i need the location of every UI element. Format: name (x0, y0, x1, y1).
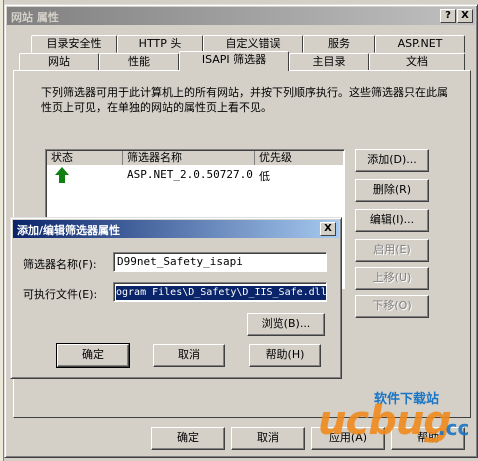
watermark-suffix: .cc (438, 416, 470, 440)
executable-value-selected: ogram Files\D_Safety\D_IIS_Safe.dll (116, 286, 327, 300)
tab-aspnet[interactable]: ASP.NET (375, 35, 465, 53)
close-icon[interactable]: X (457, 9, 473, 23)
main-ok-button[interactable]: 确定 (151, 427, 225, 450)
tab-website[interactable]: 网站 (19, 53, 99, 71)
column-header-priority[interactable]: 优先级 (255, 151, 343, 165)
sub-title-bar[interactable]: 添加/编辑筛选器属性 X (13, 220, 339, 238)
list-header: 状态 筛选器名称 优先级 (47, 151, 343, 165)
executable-field[interactable]: ogram Files\D_Safety\D_IIS_Safe.dll (113, 282, 327, 302)
filter-name-cell: ASP.NET_2.0.50727.0 (127, 168, 253, 181)
main-title-bar[interactable]: 网站 属性 ? X (7, 7, 475, 25)
tab-performance[interactable]: 性能 (99, 53, 179, 71)
enable-button[interactable]: 启用(E) (355, 239, 429, 262)
table-row[interactable]: ASP.NET_2.0.50727.0 低 (47, 166, 343, 184)
filters-description: 下列筛选器可用于此计算机上的所有网站，并按下列顺序执行。这些筛选器只在此属性页上… (41, 86, 448, 114)
move-down-button[interactable]: 下移(O) (355, 295, 429, 318)
move-up-button[interactable]: 上移(U) (355, 267, 429, 290)
filter-name-label: 筛选器名称(F): (23, 258, 97, 271)
sub-title: 添加/编辑筛选器属性 (17, 224, 121, 237)
column-header-filter-name[interactable]: 筛选器名称 (123, 151, 255, 165)
sub-ok-button[interactable]: 确定 (56, 343, 130, 368)
tab-home-directory[interactable]: 主目录 (289, 53, 369, 71)
watermark-brand: ucbug (318, 398, 452, 444)
status-up-arrow-icon (55, 167, 69, 186)
tab-service[interactable]: 服务 (303, 35, 375, 53)
watermark-logo: 软件下载站 ucbug .cc (318, 388, 478, 454)
tab-documents[interactable]: 文档 (369, 53, 465, 71)
add-button[interactable]: 添加(D)... (355, 149, 429, 172)
filter-name-field[interactable]: D99net_Safety_isapi (113, 252, 327, 272)
tab-isapi-filters[interactable]: ISAPI 筛选器 (179, 51, 289, 71)
browse-button[interactable]: 浏览(B)... (247, 313, 325, 336)
tab-directory-security[interactable]: 目录安全性 (31, 35, 117, 53)
sub-cancel-button[interactable]: 取消 (153, 344, 225, 367)
remove-button[interactable]: 删除(R) (355, 179, 429, 202)
sub-close-icon[interactable]: X (320, 222, 336, 236)
main-title: 网站 属性 (11, 11, 59, 24)
edit-button[interactable]: 编辑(I)... (355, 209, 429, 232)
sub-help-button[interactable]: 帮助(H) (249, 344, 321, 367)
priority-cell: 低 (259, 170, 270, 183)
add-edit-filter-dialog: 添加/编辑筛选器属性 X 筛选器名称(F): D99net_Safety_isa… (10, 217, 342, 379)
executable-label: 可执行文件(E): (23, 288, 98, 301)
main-cancel-button[interactable]: 取消 (231, 427, 305, 450)
help-icon[interactable]: ? (440, 9, 456, 23)
column-header-status[interactable]: 状态 (47, 151, 123, 165)
